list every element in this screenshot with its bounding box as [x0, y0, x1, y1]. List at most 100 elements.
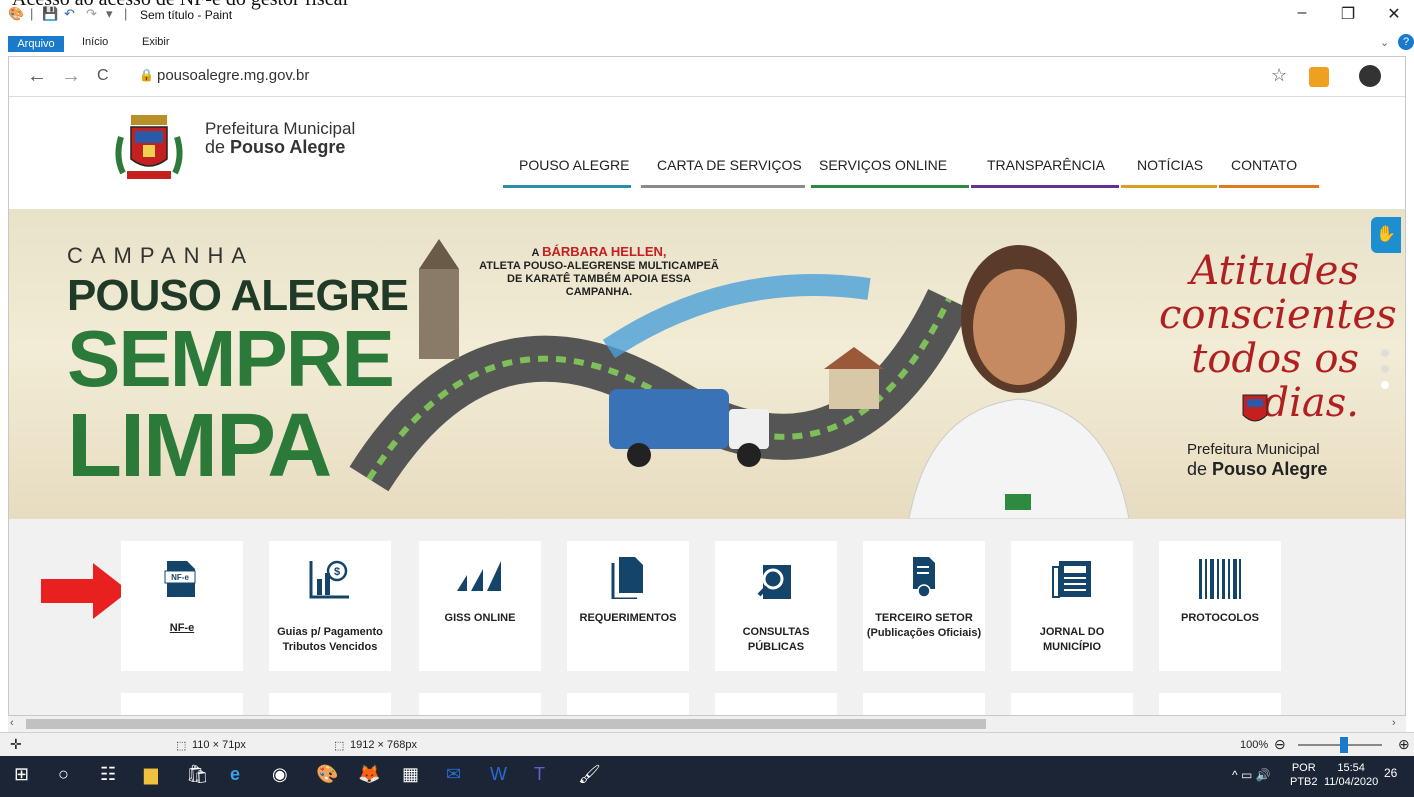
tab-arquivo[interactable]: Arquivo	[8, 36, 64, 52]
service-tile-row2[interactable]	[715, 693, 837, 715]
chart-money-icon: $	[309, 560, 349, 599]
extension-icon[interactable]	[1309, 67, 1329, 87]
firefox-icon[interactable]: 🦊	[358, 764, 380, 785]
documents-icon	[611, 557, 643, 599]
reload-button[interactable]: C	[97, 67, 109, 85]
nav-noticias[interactable]: NOTÍCIAS	[1137, 157, 1203, 183]
paint-palette-icon[interactable]: 🎨	[316, 764, 338, 785]
windows-taskbar: ⊞ ○ ☷ ▆ 🛍 e ◉ 🎨 🦊 ▦ ✉ W T 🖌 ^ ▭ 🔊 POR PT…	[0, 756, 1414, 797]
tab-inicio[interactable]: Início	[82, 36, 108, 48]
banner-limpa: LIMPA	[67, 396, 332, 496]
service-label[interactable]: CONSULTAS PÚBLICAS	[715, 625, 837, 655]
edge-icon[interactable]: e	[230, 764, 240, 785]
help-icon[interactable]: ?	[1398, 34, 1414, 50]
service-tile-row2[interactable]	[567, 693, 689, 715]
service-giss-online[interactable]: GISS ONLINE	[419, 541, 541, 671]
horizontal-scrollbar[interactable]: ‹ ›	[8, 716, 1406, 732]
scrollbar-thumb[interactable]	[26, 719, 986, 729]
zoom-slider-thumb[interactable]	[1340, 737, 1348, 753]
service-label[interactable]: Guias p/ Pagamento Tributos Vencidos	[269, 625, 391, 655]
nav-pouso-alegre[interactable]: POUSO ALEGRE	[519, 157, 629, 183]
notification-count[interactable]: 26	[1384, 766, 1397, 780]
red-arrow-annotation	[41, 563, 129, 619]
close-button[interactable]: ✕	[1376, 4, 1412, 28]
nav-contato[interactable]: CONTATO	[1231, 157, 1297, 183]
outlook-icon[interactable]: ✉	[446, 764, 461, 785]
service-label[interactable]: PROTOCOLOS	[1159, 611, 1281, 626]
service-jornal-municipio[interactable]: JORNAL DO MUNICÍPIO	[1011, 541, 1133, 671]
restore-button[interactable]: ❐	[1330, 4, 1366, 28]
services-grid: NF-e NF-e $ Guias p/ Pagamento Tributos …	[9, 519, 1405, 715]
svg-text:NF-e: NF-e	[171, 573, 189, 582]
nfe-document-icon: NF-e	[164, 561, 196, 597]
service-terceiro-setor[interactable]: TERCEIRO SETOR (Publicações Oficiais)	[863, 541, 985, 671]
zoom-in-button[interactable]: ⊕	[1398, 736, 1410, 753]
nav-underline	[641, 185, 805, 188]
zoom-level: 100%	[1240, 739, 1269, 751]
municipal-crest-logo[interactable]	[109, 107, 189, 185]
banner-athlete-text: A BÁRBARA HELLEN, ATLETA POUSO-ALEGRENSE…	[479, 245, 719, 299]
nav-underline	[1121, 185, 1217, 188]
service-tile-row2[interactable]	[269, 693, 391, 715]
file-explorer-icon[interactable]: ▆	[144, 764, 158, 785]
banner-text-rest: ATLETA POUSO-ALEGRENSE MULTICAMPEÃ DE KA…	[479, 260, 719, 298]
nav-transparencia[interactable]: TRANSPARÊNCIA	[987, 157, 1105, 183]
input-language[interactable]: POR PTB2	[1290, 761, 1318, 789]
service-tile-row2[interactable]	[1011, 693, 1133, 715]
brand-line-2: de Pouso Alegre	[205, 137, 345, 158]
service-guias[interactable]: $ Guias p/ Pagamento Tributos Vencidos	[269, 541, 391, 671]
service-label[interactable]: REQUERIMENTOS	[567, 611, 689, 626]
service-tile-row2[interactable]	[1159, 693, 1281, 715]
scroll-right-icon[interactable]: ›	[1392, 717, 1396, 729]
chrome-icon[interactable]: ◉	[272, 764, 288, 785]
service-consultas-publicas[interactable]: CONSULTAS PÚBLICAS	[715, 541, 837, 671]
system-tray-icons[interactable]: ^ ▭ 🔊	[1232, 768, 1271, 782]
bars-icon	[457, 561, 501, 591]
carousel-dot-active[interactable]	[1381, 381, 1389, 389]
brand-line-1: Prefeitura Municipal	[205, 119, 356, 138]
service-nfe[interactable]: NF-e NF-e	[121, 541, 243, 671]
banner-pm-line2: de Pouso Alegre	[1187, 459, 1327, 480]
store-icon[interactable]: 🛍	[186, 764, 209, 785]
service-label[interactable]: TERCEIRO SETOR (Publicações Oficiais)	[863, 611, 985, 641]
service-label[interactable]: GISS ONLINE	[419, 611, 541, 626]
accessibility-sign-language-icon[interactable]: ✋	[1371, 217, 1401, 253]
bookmark-star-icon[interactable]: ☆	[1271, 65, 1287, 86]
service-requerimentos[interactable]: REQUERIMENTOS	[567, 541, 689, 671]
service-tile-row2[interactable]	[419, 693, 541, 715]
keyboard-layout: PTB2	[1290, 776, 1318, 788]
back-button[interactable]: ←	[27, 65, 47, 88]
forward-button[interactable]: →	[61, 65, 81, 88]
carousel-dot[interactable]	[1381, 349, 1389, 357]
nav-carta-de-servicos[interactable]: CARTA DE SERVIÇOS	[657, 157, 802, 183]
windows-start-icon[interactable]: ⊞	[14, 764, 29, 785]
tab-exibir[interactable]: Exibir	[142, 36, 170, 48]
profile-avatar[interactable]	[1359, 65, 1381, 87]
system-clock[interactable]: 15:54 11/04/2020	[1324, 761, 1378, 789]
search-icon[interactable]: ○	[58, 764, 69, 785]
service-tile-row2[interactable]	[121, 693, 243, 715]
scroll-left-icon[interactable]: ‹	[10, 717, 14, 729]
nav-servicos-online[interactable]: SERVIÇOS ONLINE	[819, 157, 947, 183]
service-tile-row2[interactable]	[863, 693, 985, 715]
clock-time: 15:54	[1337, 762, 1365, 774]
minimize-button[interactable]: –	[1284, 4, 1320, 28]
service-protocolos[interactable]: PROTOCOLOS	[1159, 541, 1281, 671]
url-field[interactable]: pousoalegre.mg.gov.br	[157, 67, 309, 84]
task-view-icon[interactable]: ☷	[100, 764, 116, 785]
banner-crest-icon	[1242, 394, 1268, 422]
service-label[interactable]: NF-e	[121, 621, 243, 636]
language-code: POR	[1291, 762, 1316, 774]
banner-sempre: SEMPRE	[67, 314, 395, 403]
paint-app-taskbar-icon[interactable]: 🖌	[578, 764, 601, 785]
zoom-out-button[interactable]: ⊖	[1274, 736, 1286, 753]
calculator-icon[interactable]: ▦	[402, 764, 419, 785]
teams-icon[interactable]: T	[534, 764, 545, 785]
service-label[interactable]: JORNAL DO MUNICÍPIO	[1011, 625, 1133, 655]
campaign-banner[interactable]: CAMPANHA POUSO ALEGRE SEMPRE LIMPA A BÁR…	[9, 209, 1405, 519]
barcode-icon	[1199, 559, 1241, 599]
athlete-portrait	[908, 245, 1130, 519]
collapse-ribbon-icon[interactable]: ⌄	[1380, 36, 1389, 49]
word-icon[interactable]: W	[490, 764, 507, 785]
carousel-dot[interactable]	[1381, 365, 1389, 373]
